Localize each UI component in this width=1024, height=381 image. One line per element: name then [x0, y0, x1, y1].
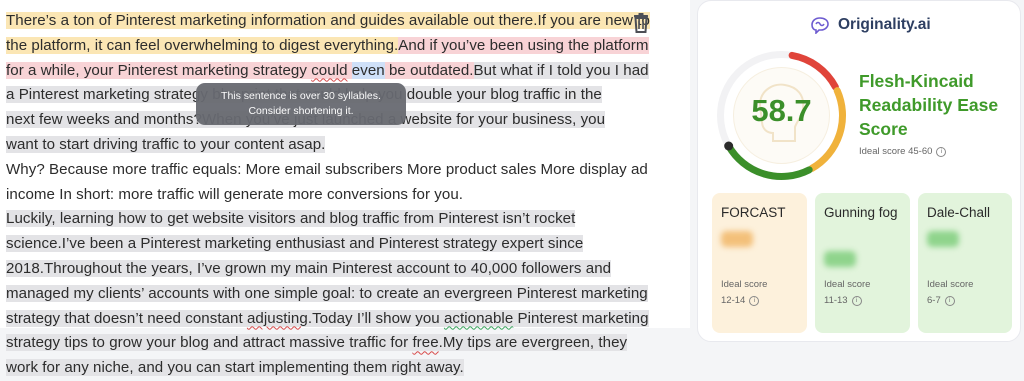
sentence-segment[interactable]: free — [412, 334, 439, 352]
sentence-segment[interactable]: Why? Because more traffic equals: More e… — [6, 161, 648, 178]
text-line[interactable]: income In short: more traffic will gener… — [6, 183, 606, 208]
text-line[interactable]: the platform, it can feel overwhelming t… — [6, 34, 649, 59]
readability-panel: Originality.ai 58.7 Flesh-Kincaid Readab… — [694, 0, 1024, 342]
sentence-segment[interactable]: want to start driving traffic to your co… — [6, 135, 326, 153]
ideal-score-text: Ideal score 45-60 — [859, 146, 933, 157]
text-line[interactable]: for a while, your Pinterest marketing st… — [6, 59, 649, 84]
dale-chall-title: Dale-Chall — [927, 205, 991, 220]
gunning-fog-score-blurred — [824, 251, 856, 267]
gauge-marker — [724, 141, 734, 151]
score-value: 58.7 — [751, 93, 812, 128]
sentence-segment[interactable]: Luckily, learning how to get website vis… — [6, 210, 576, 228]
sentence-segment[interactable]: could — [311, 61, 348, 79]
sentence-segment[interactable]: next few weeks and months? — [6, 111, 202, 129]
dale-chall-ideal: Ideal score 6-7 i — [927, 277, 973, 309]
sentence-segment[interactable]: work for any niche, and you can start im… — [6, 359, 464, 377]
text-line[interactable]: 2018.Throughout the years, I’ve grown my… — [6, 257, 612, 282]
info-icon[interactable]: i — [944, 296, 955, 306]
sentence-segment[interactable]: I’ve been a Pinterest marketing enthusia… — [61, 235, 584, 253]
trash-icon[interactable] — [630, 12, 652, 34]
dale-chall-score-blurred — [927, 231, 959, 247]
text-line[interactable]: strategy tips to grow your blog and attr… — [6, 331, 628, 356]
forcast-card: FORCAST Ideal score 12-14 i — [712, 193, 807, 333]
forcast-title: FORCAST — [721, 205, 786, 220]
text-line[interactable]: science.I’ve been a Pinterest marketing … — [6, 232, 606, 257]
sentence-segment[interactable]: actionable — [443, 309, 514, 327]
dale-chall-card: Dale-Chall Ideal score 6-7 i — [918, 193, 1012, 333]
text-line[interactable]: Luckily, learning how to get website vis… — [6, 207, 606, 232]
sentence-segment[interactable]: My tips are evergreen, they — [442, 334, 628, 352]
sentence-segment[interactable]: Pinterest marketing — [513, 309, 649, 327]
gunning-fog-ideal: Ideal score 11-13 i — [824, 277, 870, 309]
sentence-segment[interactable]: be outdated. — [384, 61, 474, 79]
sentence-segment[interactable]: for a while, your Pinterest marketing st… — [6, 61, 312, 79]
editor-pane[interactable]: There’s a ton of Pinterest marketing inf… — [0, 0, 690, 377]
gunning-fog-card: Gunning fog Ideal score 11-13 i — [815, 193, 910, 333]
sentence-segment[interactable]: strategy tips to grow your blog and attr… — [6, 334, 413, 352]
gunning-fog-title: Gunning fog — [824, 205, 898, 220]
sentence-segment[interactable]: Today I’ll show you — [312, 309, 444, 327]
readability-tooltip: This sentence is over 30 syllables. Cons… — [196, 83, 406, 125]
brand-name: Originality.ai — [838, 16, 931, 33]
dale-chall-ideal-label: Ideal score — [927, 279, 974, 290]
forcast-ideal-label: Ideal score — [721, 279, 768, 290]
sentence-segment[interactable]: And if you’ve been using the platform — [398, 36, 649, 54]
tooltip-line-2: Consider shortening it. — [248, 105, 354, 117]
ideal-score-main: Ideal score 45-60 i — [859, 146, 947, 157]
sentence-segment[interactable]: the platform, it can feel overwhelming t… — [6, 36, 399, 54]
sentence-segment[interactable]: adjusting — [246, 309, 308, 327]
forcast-ideal: Ideal score 12-14 i — [721, 277, 767, 309]
info-icon[interactable]: i — [936, 146, 947, 157]
text-line[interactable]: want to start driving traffic to your co… — [6, 133, 606, 158]
forcast-score-blurred — [721, 231, 753, 247]
dale-chall-ideal-range: 6-7 — [927, 295, 941, 306]
text-line[interactable]: managed my clients’ accounts with one si… — [6, 282, 648, 307]
tooltip-line-1: This sentence is over 30 syllables. — [221, 90, 381, 102]
sentence-segment[interactable]: strategy that doesn’t need constant — [6, 309, 247, 327]
brand-header: Originality.ai — [810, 13, 931, 37]
info-icon[interactable]: i — [749, 296, 760, 306]
sentence-segment[interactable]: 2018. — [6, 259, 45, 277]
text-line[interactable]: Why? Because more traffic equals: More e… — [6, 158, 648, 183]
sentence-segment[interactable]: But what if I told you I had — [473, 61, 649, 79]
document-text[interactable]: There’s a ton of Pinterest marketing inf… — [6, 9, 650, 381]
originality-logo-icon — [811, 17, 829, 34]
gunning-fog-ideal-label: Ideal score — [824, 279, 871, 290]
sentence-segment[interactable]: Throughout the years, I’ve grown my main… — [44, 259, 612, 277]
sentence-segment[interactable]: There’s a ton of Pinterest marketing inf… — [6, 12, 538, 29]
sentence-segment[interactable]: even — [351, 61, 385, 79]
metric-title: Flesh-Kincaid Readability Ease Score — [859, 71, 999, 139]
sentence-segment[interactable]: science. — [6, 235, 62, 253]
text-line[interactable]: work for any niche, and you can start im… — [6, 356, 606, 381]
score-card: Originality.ai 58.7 Flesh-Kincaid Readab… — [697, 0, 1021, 342]
text-line[interactable]: There’s a ton of Pinterest marketing inf… — [6, 9, 650, 34]
sentence-segment[interactable]: income In short: more traffic will gener… — [6, 186, 463, 203]
sentence-segment[interactable]: managed my clients’ accounts with one si… — [6, 284, 648, 302]
gunning-fog-ideal-range: 11-13 — [824, 295, 848, 306]
info-icon[interactable]: i — [851, 296, 862, 306]
forcast-ideal-range: 12-14 — [721, 295, 746, 306]
